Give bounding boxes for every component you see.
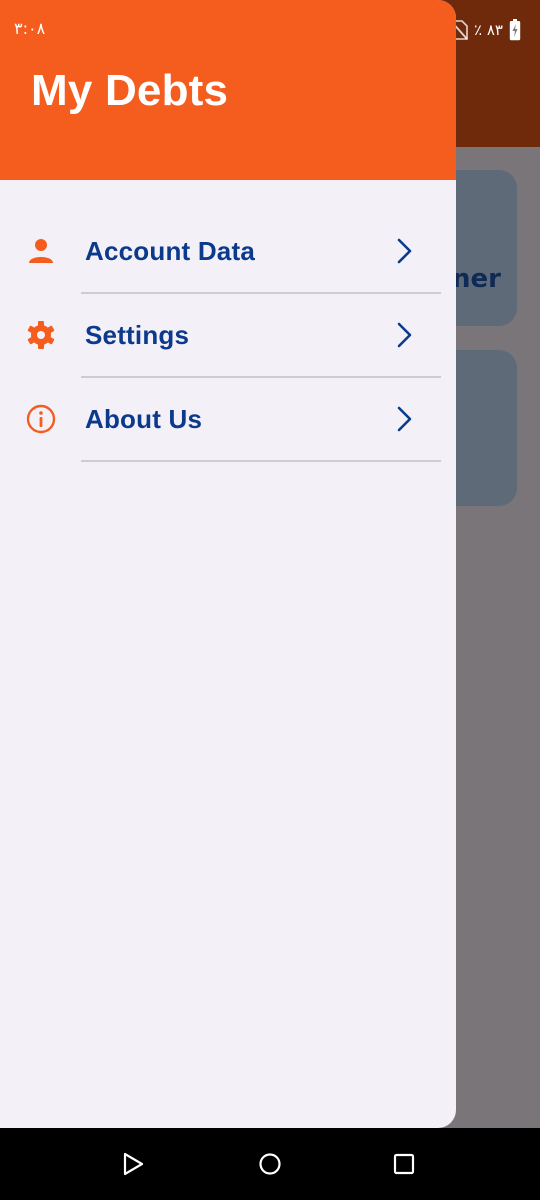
- menu-item-label: Settings: [85, 320, 190, 350]
- menu-item-label: About Us: [85, 404, 203, 434]
- chevron-right-icon: [397, 406, 412, 432]
- battery-percentage: ٪ ۸۳: [474, 21, 503, 39]
- gear-icon: [27, 321, 55, 349]
- recent-apps-square-icon[interactable]: [390, 1150, 418, 1178]
- menu-item-about-us[interactable]: About Us: [0, 378, 456, 462]
- back-triangle-icon[interactable]: [119, 1150, 147, 1178]
- background-card-text: ner: [452, 264, 501, 294]
- status-bar-icons: ٪ ۸۳: [450, 18, 521, 42]
- menu-item-account-data[interactable]: Account Data: [0, 210, 456, 294]
- navigation-drawer: ۳:۰۸ My Debts Account Data Settings Abou…: [0, 0, 456, 1128]
- battery-charging-icon: [509, 19, 521, 41]
- drawer-header: ۳:۰۸ My Debts: [0, 0, 456, 180]
- system-navigation-bar: [0, 1128, 540, 1200]
- status-time: ۳:۰۸: [14, 19, 46, 38]
- menu-item-settings[interactable]: Settings: [0, 294, 456, 378]
- person-icon: [29, 239, 53, 263]
- chevron-right-icon: [397, 322, 412, 348]
- drawer-menu: Account Data Settings About Us: [0, 210, 456, 462]
- chevron-right-icon: [397, 238, 412, 264]
- info-icon: [26, 404, 56, 434]
- divider: [81, 460, 441, 462]
- drawer-title: My Debts: [31, 66, 229, 115]
- menu-item-label: Account Data: [85, 236, 255, 266]
- home-circle-icon[interactable]: [256, 1150, 284, 1178]
